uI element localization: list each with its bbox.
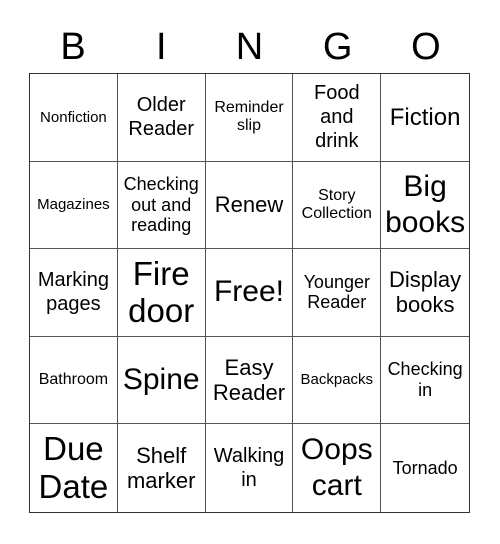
bingo-cell[interactable]: Easy Reader xyxy=(205,336,294,425)
header-letter-n: N xyxy=(235,26,264,68)
bingo-cell[interactable]: Backpacks xyxy=(293,336,382,425)
bingo-cell[interactable]: Checking out and reading xyxy=(117,161,206,250)
bingo-header: B I N G O xyxy=(29,22,470,72)
bingo-cell[interactable]: Nonfiction xyxy=(30,74,118,162)
bingo-cell[interactable]: Marking pages xyxy=(30,249,118,337)
header-letter-b: B xyxy=(60,26,86,68)
header-letter-o: O xyxy=(411,26,441,68)
bingo-cell[interactable]: Food and drink xyxy=(293,74,382,162)
bingo-cell[interactable]: Due Date xyxy=(30,424,118,512)
bingo-cell[interactable]: Fiction xyxy=(381,74,469,162)
bingo-cell[interactable]: Walking in xyxy=(206,424,294,512)
bingo-cell[interactable]: Fire door xyxy=(117,249,206,337)
header-letter-g: G xyxy=(322,26,353,68)
bingo-cell[interactable]: Oops cart xyxy=(293,424,382,512)
bingo-cell[interactable]: Renew xyxy=(205,161,294,250)
bingo-cell[interactable]: Reminder slip xyxy=(205,74,294,162)
bingo-cell[interactable]: Magazines xyxy=(30,161,118,250)
bingo-cell[interactable]: Big books xyxy=(381,162,469,250)
bingo-cell[interactable]: Story Collection xyxy=(293,161,382,250)
bingo-cell[interactable]: Younger Reader xyxy=(293,249,382,337)
bingo-cell[interactable]: Bathroom xyxy=(30,336,118,425)
bingo-grid: Nonfiction Older Reader Reminder slip Fo… xyxy=(29,73,470,513)
bingo-cell[interactable]: Shelf marker xyxy=(118,424,206,512)
bingo-cell[interactable]: Checking in xyxy=(381,337,469,425)
header-letter-i: I xyxy=(156,26,167,68)
bingo-cell[interactable]: Tornado xyxy=(381,424,469,512)
bingo-cell[interactable]: Older Reader xyxy=(117,74,206,162)
bingo-cell[interactable]: Spine xyxy=(117,336,206,425)
bingo-cell[interactable]: Display books xyxy=(381,249,469,337)
bingo-cell-free[interactable]: Free! xyxy=(205,249,294,337)
